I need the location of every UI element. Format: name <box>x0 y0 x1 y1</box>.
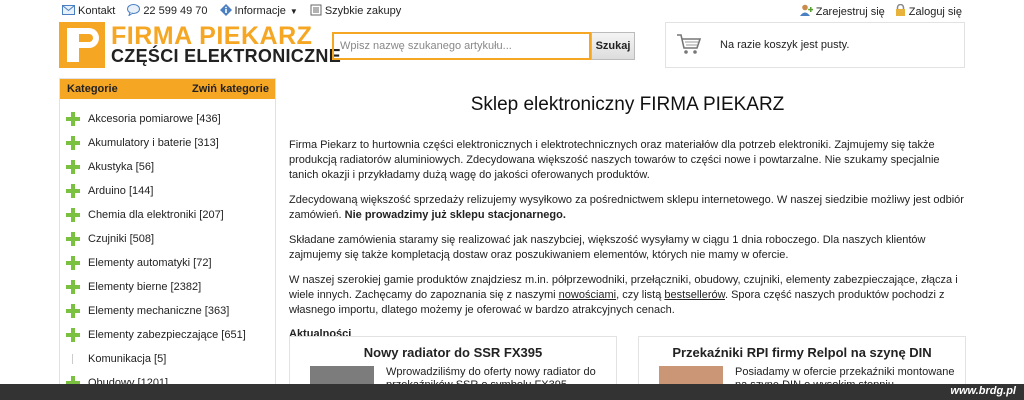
collapse-categories-link[interactable]: Zwiń kategorie <box>192 83 269 95</box>
category-item[interactable]: Elementy automatyki [72] <box>60 251 275 275</box>
expand-plus-icon[interactable] <box>66 136 80 150</box>
bestsellers-link[interactable]: bestsellerów <box>664 289 725 301</box>
category-label: Chemia dla elektroniki [207] <box>88 209 224 221</box>
category-item[interactable]: Arduino [144] <box>60 179 275 203</box>
tree-line-icon <box>66 352 80 366</box>
contact-label: Kontakt <box>78 5 116 17</box>
expand-plus-icon[interactable] <box>66 184 80 198</box>
category-item[interactable]: Akumulatory i baterie [313] <box>60 131 275 155</box>
logo-subtitle: CZĘŚCI ELEKTRONICZNE <box>111 46 342 66</box>
category-label: Komunikacja [5] <box>88 353 167 365</box>
shipping-paragraph: Zdecydowaną większość sprzedaży relizuje… <box>289 193 966 223</box>
category-item[interactable]: Komunikacja [5] <box>60 347 275 371</box>
category-label: Elementy zabezpieczające [651] <box>88 329 246 341</box>
category-item[interactable]: Elementy mechaniczne [363] <box>60 299 275 323</box>
expand-plus-icon[interactable] <box>66 112 80 126</box>
category-item[interactable]: Czujniki [508] <box>60 227 275 251</box>
expand-plus-icon[interactable] <box>66 304 80 318</box>
page-title: Sklep elektroniczny FIRMA PIEKARZ <box>470 94 785 115</box>
expand-plus-icon[interactable] <box>66 256 80 270</box>
news-title[interactable]: Przekaźniki RPI firmy Relpol na szynę DI… <box>639 345 965 360</box>
expand-plus-icon[interactable] <box>66 208 80 222</box>
contact-link[interactable]: Kontakt <box>62 4 116 18</box>
category-item[interactable]: Akustyka [56] <box>60 155 275 179</box>
category-item[interactable]: Akcesoria pomiarowe [436] <box>60 107 275 131</box>
envelope-icon <box>62 4 75 18</box>
site-logo[interactable]: FIRMA PIEKARZ CZĘŚCI ELEKTRONICZNE <box>59 22 341 68</box>
expand-plus-icon[interactable] <box>66 328 80 342</box>
category-label: Elementy bierne [2382] <box>88 281 202 293</box>
category-list: Akcesoria pomiarowe [436] Akumulatory i … <box>60 99 275 395</box>
category-label: Elementy automatyki [72] <box>88 257 212 269</box>
orders-paragraph: Składane zamówienia staramy się realizow… <box>289 234 926 261</box>
phone-link[interactable]: 22 599 49 70 <box>127 3 208 19</box>
info-menu[interactable]: Informacje ▼ <box>219 3 298 19</box>
main-content: Sklep elektroniczny FIRMA PIEKARZ Firma … <box>289 78 966 340</box>
chevron-down-icon: ▼ <box>289 6 298 16</box>
category-label: Akumulatory i baterie [313] <box>88 137 219 149</box>
intro-paragraph: Firma Piekarz to hurtownia części elektr… <box>289 139 940 181</box>
expand-plus-icon[interactable] <box>66 160 80 174</box>
user-add-icon <box>799 4 813 19</box>
lock-icon <box>895 3 906 19</box>
logo-mark-icon <box>59 22 105 68</box>
search-button[interactable]: Szukaj <box>591 32 635 60</box>
list-icon <box>310 4 322 19</box>
news-title[interactable]: Nowy radiator do SSR FX395 <box>290 345 616 360</box>
login-label: Zaloguj się <box>908 5 962 18</box>
phone-label: 22 599 49 70 <box>143 5 208 17</box>
info-label: Informacje <box>234 5 286 17</box>
cart-status-text: Na razie koszyk jest pusty. <box>720 39 850 51</box>
new-products-link[interactable]: nowościami <box>559 289 616 301</box>
products-paragraph: W naszej szerokiej gamie produktów znajd… <box>289 273 966 318</box>
info-diamond-icon <box>219 3 232 19</box>
category-item[interactable]: Elementy zabezpieczające [651] <box>60 323 275 347</box>
watermark-bar: www.brdg.pl <box>0 384 1024 400</box>
category-item[interactable]: Elementy bierne [2382] <box>60 275 275 299</box>
products-text-2: , czy listą <box>616 289 665 301</box>
category-label: Akustyka [56] <box>88 161 155 173</box>
category-label: Czujniki [508] <box>88 233 155 245</box>
quick-shopping-link[interactable]: Szybkie zakupy <box>310 4 401 19</box>
category-label: Elementy mechaniczne [363] <box>88 305 230 317</box>
register-link[interactable]: Zarejestruj się <box>799 4 885 19</box>
category-item[interactable]: Chemia dla elektroniki [207] <box>60 203 275 227</box>
category-sidebar: Kategorie Zwiń kategorie Akcesoria pomia… <box>59 78 276 400</box>
login-link[interactable]: Zaloguj się <box>895 3 962 19</box>
top-bar: Kontakt 22 599 49 70 Informacje ▼ Szybki… <box>0 0 1024 22</box>
watermark-text: www.brdg.pl <box>950 385 1016 397</box>
search-input[interactable]: Wpisz nazwę szukanego artykułu... <box>332 32 591 60</box>
expand-plus-icon[interactable] <box>66 232 80 246</box>
quick-shopping-label: Szybkie zakupy <box>324 5 402 17</box>
expand-plus-icon[interactable] <box>66 280 80 294</box>
register-label: Zarejestruj się <box>815 5 885 18</box>
no-store-notice: Nie prowadzimy już sklepu stacjonarnego. <box>344 209 566 221</box>
category-label: Akcesoria pomiarowe [436] <box>88 113 221 125</box>
cart-box[interactable]: Na razie koszyk jest pusty. <box>665 22 965 68</box>
category-header: Kategorie Zwiń kategorie <box>60 79 275 99</box>
category-label: Arduino [144] <box>88 185 154 197</box>
cart-icon <box>676 33 702 58</box>
chat-bubble-icon <box>127 3 141 19</box>
category-title: Kategorie <box>67 83 118 95</box>
